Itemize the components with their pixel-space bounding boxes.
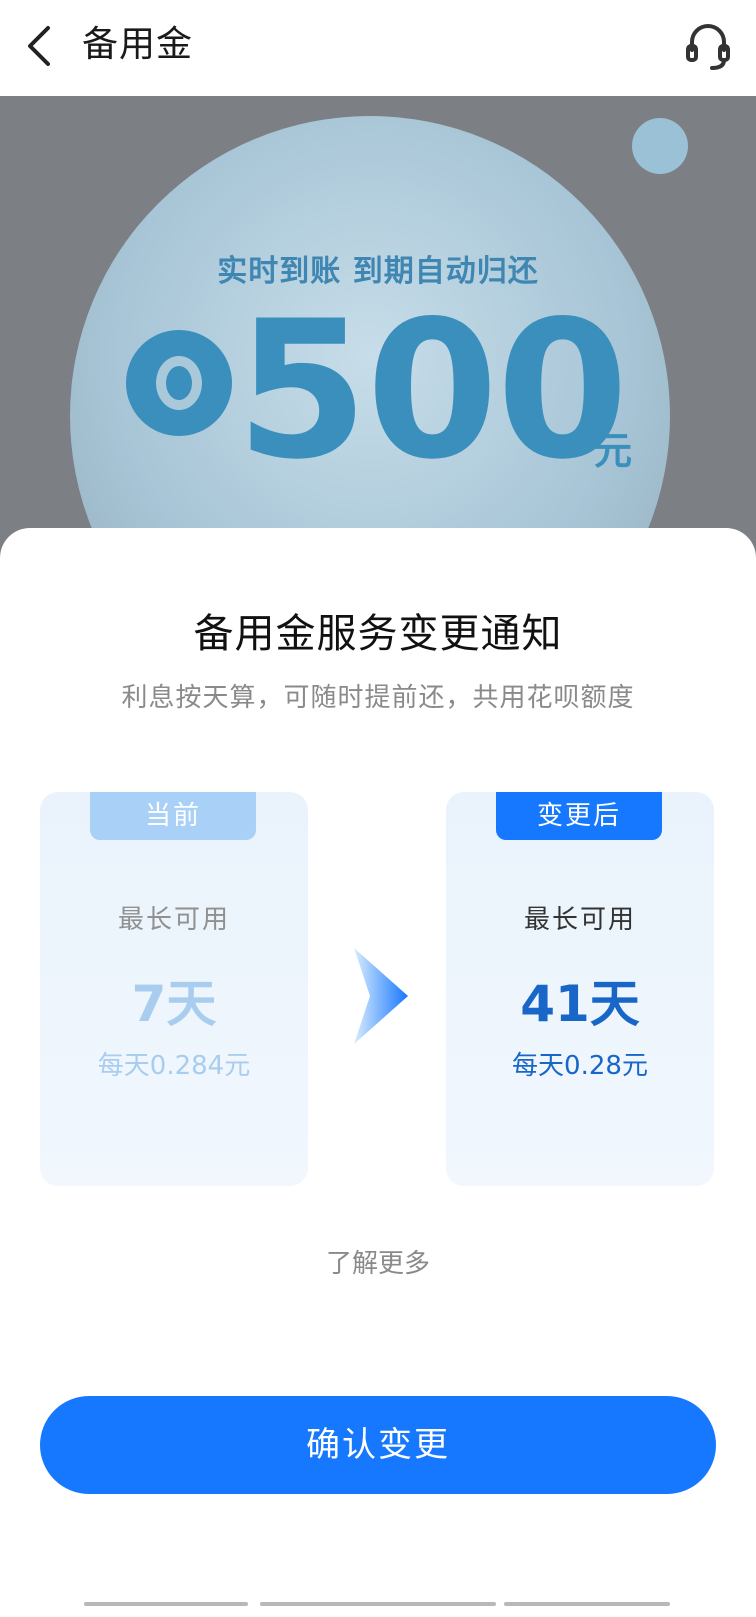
sheet-title: 备用金服务变更通知	[193, 611, 563, 657]
promo-decoration-dot	[632, 118, 688, 174]
after-tab-label: 变更后	[496, 792, 662, 840]
headset-icon[interactable]	[684, 20, 732, 72]
promo-amount: 500	[236, 280, 629, 501]
current-duration-label: 最长可用	[117, 905, 230, 935]
confirm-change-button[interactable]: 确认变更	[40, 1396, 716, 1494]
home-indicator-segment	[504, 1602, 670, 1606]
promo-unit: 元	[594, 429, 633, 473]
arrow-right-icon	[354, 948, 408, 1044]
new-plan-card: 变更后 最长可用 41天 每天0.28元	[446, 792, 714, 1186]
learn-more-link[interactable]: 了解更多	[0, 1246, 756, 1282]
home-indicator-segment	[84, 1602, 248, 1606]
current-plan-card: 当前 最长可用 7天 每天0.284元	[40, 792, 308, 1186]
coin-icon	[126, 330, 232, 436]
after-duration-label: 最长可用	[523, 905, 636, 935]
current-duration-value: 7天	[131, 975, 217, 1033]
page-title: 备用金	[82, 24, 194, 65]
after-duration-value: 41天	[520, 975, 640, 1033]
home-indicator-segment	[260, 1602, 496, 1606]
back-icon[interactable]	[22, 24, 58, 68]
sheet-subtitle: 利息按天算，可随时提前还，共用花呗额度	[121, 683, 635, 713]
change-notice-sheet: 备用金服务变更通知 利息按天算，可随时提前还，共用花呗额度 当前 最长可用 7天…	[0, 528, 756, 1617]
header-bar: 备用金	[0, 0, 756, 96]
after-daily-rate: 每天0.28元	[512, 1051, 648, 1081]
current-tab-label: 当前	[90, 792, 256, 840]
current-daily-rate: 每天0.284元	[97, 1051, 251, 1081]
